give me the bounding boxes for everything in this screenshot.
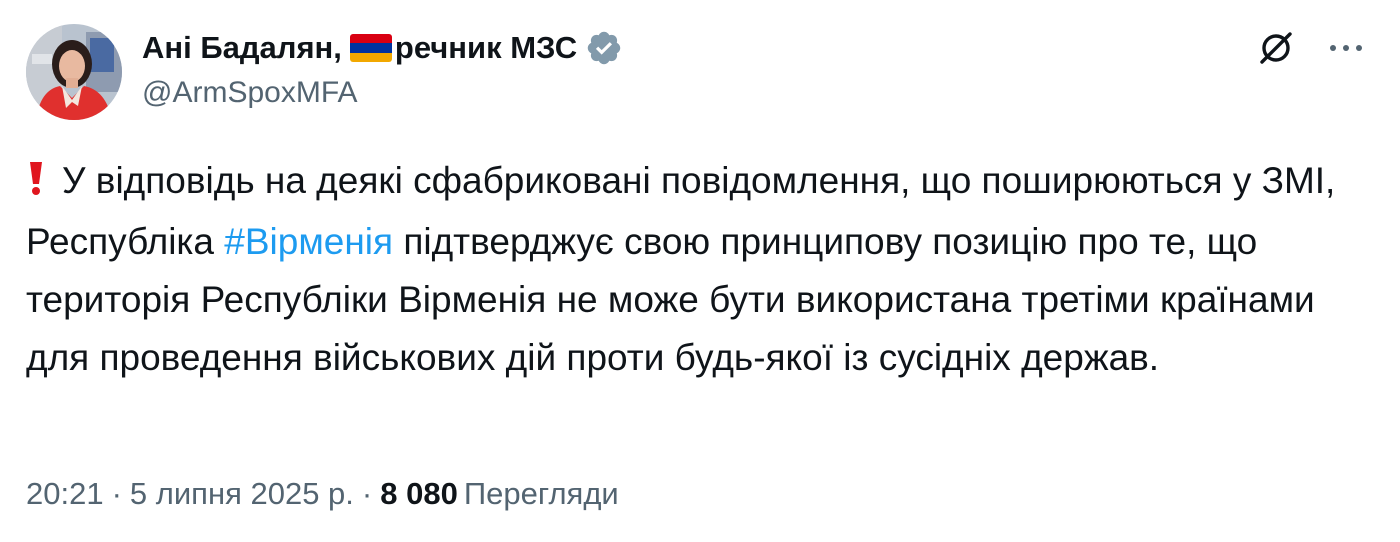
more-icon[interactable] bbox=[1322, 24, 1370, 72]
profile-photo-image bbox=[26, 24, 122, 120]
top-actions bbox=[1252, 24, 1370, 72]
hashtag-link[interactable]: #Вірменія bbox=[224, 221, 393, 262]
views-count[interactable]: 8 080 bbox=[380, 476, 458, 511]
tweet-text-part2: підтверджує свою принципову позицію про … bbox=[26, 221, 1315, 378]
author-name-first[interactable]: Ані Бадалян, bbox=[142, 30, 342, 66]
author-name-row: Ані Бадалян, речник МЗС bbox=[142, 26, 623, 70]
meta-separator: · bbox=[361, 476, 373, 511]
avatar[interactable] bbox=[26, 24, 122, 120]
views-label: Перегляди bbox=[463, 476, 619, 511]
grok-icon[interactable] bbox=[1252, 24, 1300, 72]
meta-separator: · bbox=[111, 476, 122, 511]
author-handle[interactable]: @ArmSpoxMFA bbox=[142, 76, 358, 110]
verified-badge-icon[interactable] bbox=[585, 29, 623, 67]
post-time[interactable]: 20:21 bbox=[26, 476, 104, 511]
author-name-second[interactable]: речник МЗС bbox=[395, 30, 577, 66]
armenia-flag-icon bbox=[349, 34, 392, 62]
red-exclamation-icon bbox=[26, 155, 46, 213]
tweet-meta: 20:21 · 5 липня 2025 р. · 8 080 Перегляди bbox=[26, 476, 619, 512]
tweet-card: Ані Бадалян, речник МЗС @ArmSpoxMFA У ві… bbox=[0, 0, 1400, 542]
post-date[interactable]: 5 липня 2025 р. bbox=[130, 476, 354, 511]
tweet-text: У відповідь на деякі сфабриковані повідо… bbox=[26, 152, 1376, 387]
